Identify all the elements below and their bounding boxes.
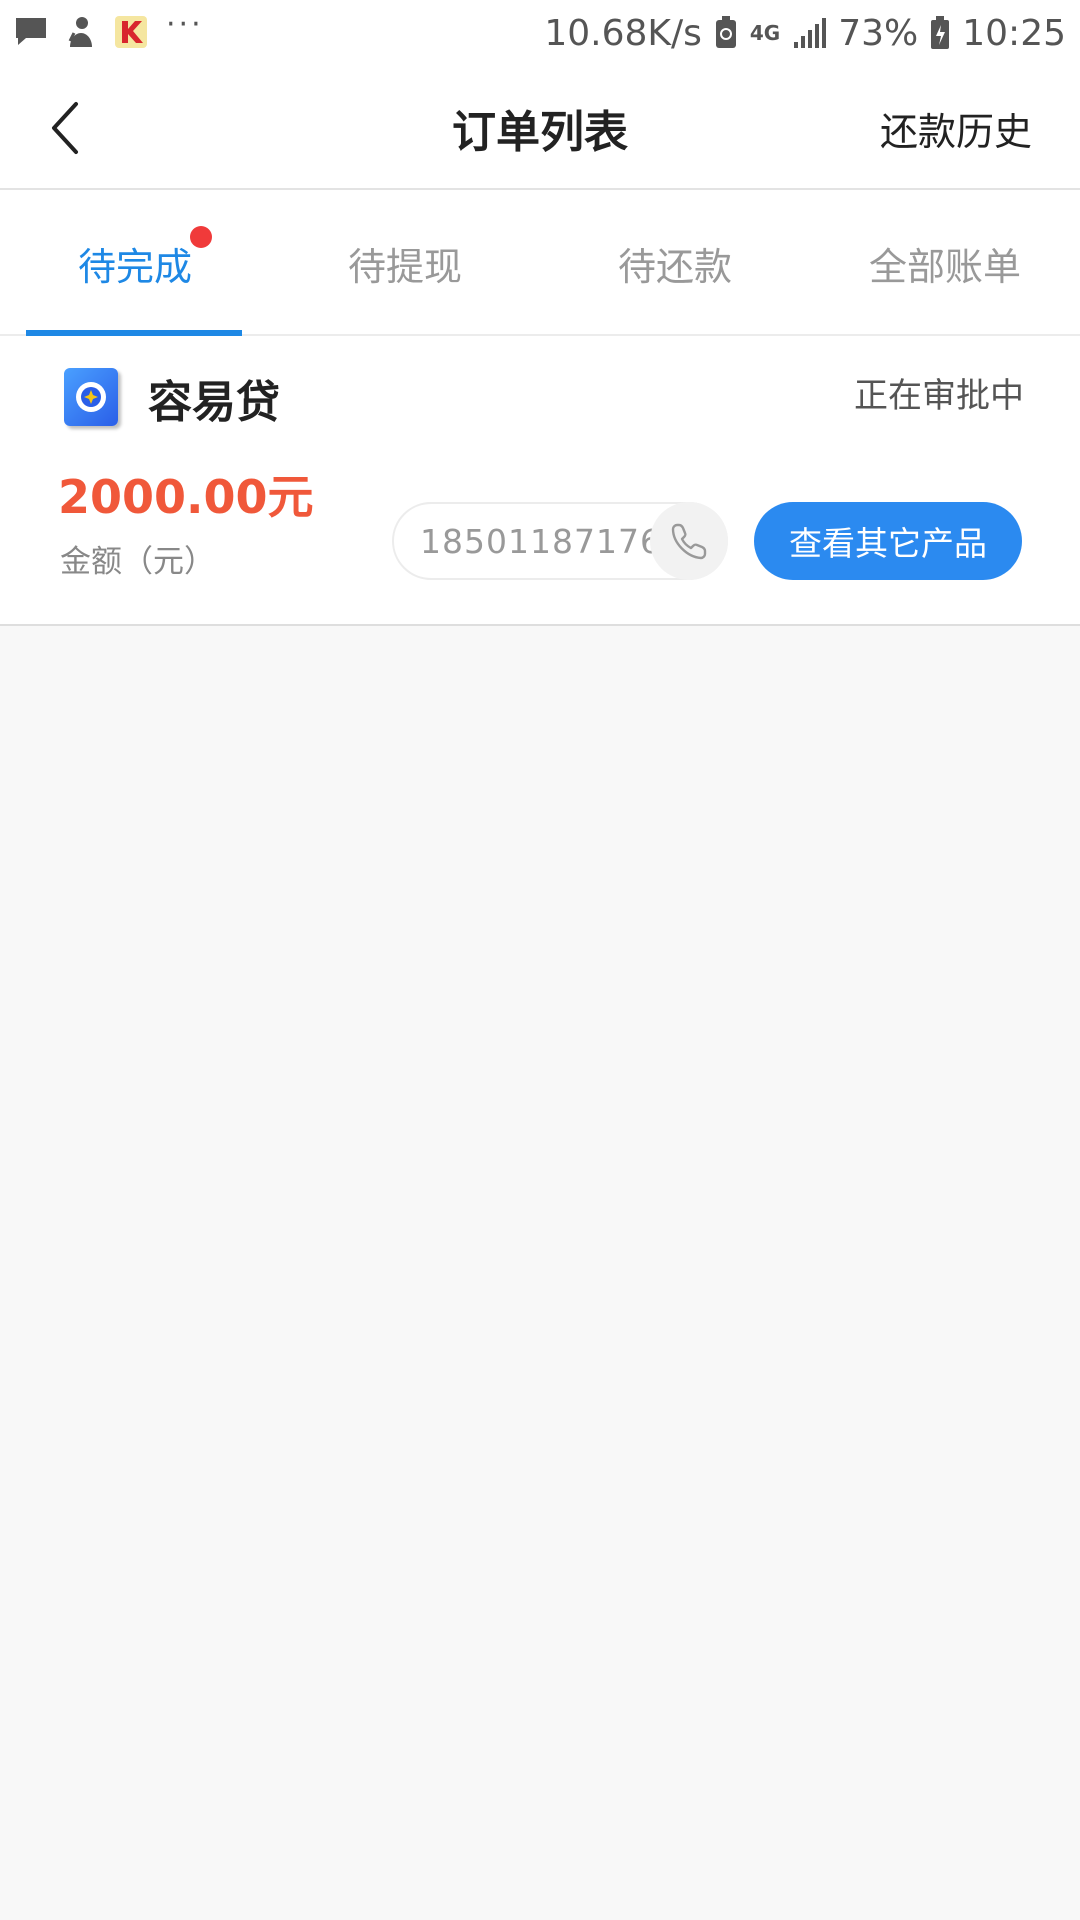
screen: ··· 10.68K/s 4G 73% 10:25 订单列表 还款历史 待完成 …: [0, 0, 1080, 1920]
battery-percent: 73%: [838, 12, 919, 54]
contact-phone-field[interactable]: 18501187176: [392, 502, 728, 580]
tab-pending-repayment[interactable]: 待还款: [540, 190, 810, 336]
notification-icons: ···: [14, 7, 204, 52]
battery-icon: [930, 16, 950, 50]
signal-icon: [792, 18, 827, 48]
tab-label-text: 全部账单: [868, 244, 1021, 289]
network-type: 4G: [749, 21, 781, 45]
product-logo-icon: [64, 368, 118, 426]
loan-amount: 2000.00元: [58, 470, 314, 524]
phone-icon: [671, 523, 707, 560]
system-status: 10.68K/s 4G 73% 10:25: [544, 10, 1066, 56]
tab-label: 待完成: [77, 225, 212, 291]
tab-label-text: 待提现: [347, 244, 462, 289]
network-speed: 10.68K/s: [544, 12, 702, 54]
app-icon: [114, 15, 148, 49]
amount-label: 金额（元）: [60, 543, 215, 580]
repayment-history-link[interactable]: 还款历史: [880, 66, 1032, 190]
phone-call-button[interactable]: [650, 502, 728, 580]
battery-saver-icon: [714, 16, 738, 50]
clock: 10:25: [962, 12, 1066, 54]
product-name: 容易贷: [148, 377, 280, 428]
order-status: 正在审批中: [854, 375, 1024, 416]
order-card[interactable]: 容易贷 正在审批中 2000.00元 金额（元） 18501187176 查看其…: [0, 336, 1080, 626]
order-tabs: 待完成 待提现 待还款 全部账单: [0, 190, 1080, 338]
status-bar: ··· 10.68K/s 4G 73% 10:25: [0, 0, 1080, 66]
tab-label-text: 待还款: [617, 244, 732, 289]
notification-dot: [190, 225, 212, 248]
more-notifications-icon: ···: [166, 7, 204, 42]
message-icon: [14, 16, 48, 48]
tab-pending-completion[interactable]: 待完成: [0, 190, 270, 338]
tab-label-text: 待完成: [77, 244, 192, 289]
tab-all-bills[interactable]: 全部账单: [810, 190, 1080, 336]
view-other-products-button[interactable]: 查看其它产品: [754, 502, 1022, 580]
phone-number: 18501187176: [420, 521, 662, 561]
user-icon: [66, 15, 96, 49]
app-header: 订单列表 还款历史: [0, 66, 1080, 190]
tab-pending-withdrawal[interactable]: 待提现: [270, 190, 540, 336]
